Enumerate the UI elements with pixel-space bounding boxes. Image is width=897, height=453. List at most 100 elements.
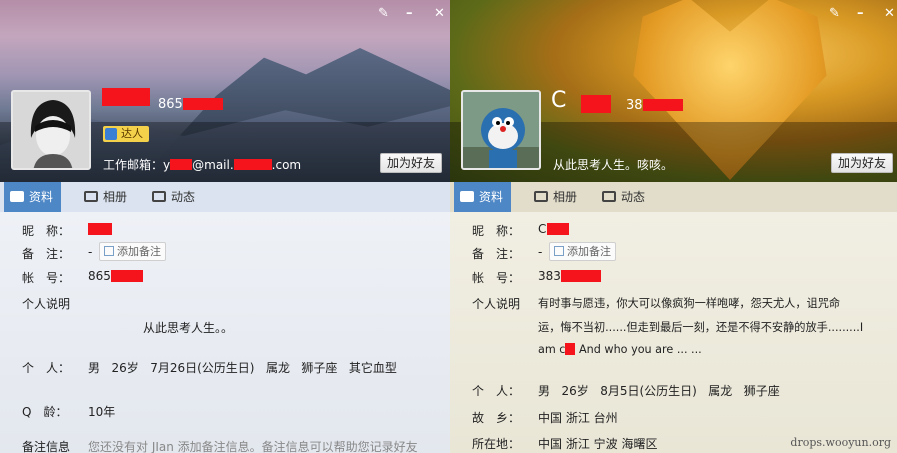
- signature: 从此思考人生。咳咳。: [553, 158, 674, 172]
- tab-album-label: 相册: [553, 190, 578, 204]
- note-icon: [104, 246, 114, 256]
- tab-feed-label: 动态: [171, 190, 196, 204]
- gender: 男: [88, 361, 101, 375]
- tab-profile[interactable]: 资料: [4, 182, 62, 212]
- personal-values: 男 26岁 8月5日(公历生日) 属龙 狮子座: [538, 382, 780, 399]
- add-friend-button[interactable]: 加为好友: [380, 153, 443, 173]
- redacted-email-domain: [233, 159, 272, 170]
- bio-line-3-end: And who you are ... ...: [575, 343, 702, 356]
- bio-line-2: 运，悔不当初......但走到最后一刻，还是不得不安静的放手.........I: [538, 321, 864, 334]
- nickname-initial: C: [538, 222, 547, 236]
- qq-number-prefix: 865: [158, 97, 183, 112]
- tab-bar: 资料 相册 动态: [450, 182, 897, 212]
- avatar[interactable]: [461, 90, 541, 170]
- location-value: 中国 浙江 宁波 海曙区: [538, 437, 658, 451]
- remark-info-label: 备注信息: [22, 440, 71, 453]
- name-initial: C: [551, 88, 567, 113]
- badge-label: 达人: [121, 127, 143, 140]
- close-icon[interactable]: ✕: [884, 6, 895, 21]
- chinese-zodiac: 属龙: [708, 384, 733, 398]
- tab-feed[interactable]: 动态: [148, 182, 195, 212]
- add-remark-label: 添加备注: [117, 245, 161, 258]
- left-profile-window: ✎ – ✕ 865 达人 工作邮箱：y @mail. .com 加为好友 资料 相册…: [0, 0, 450, 453]
- account-label: 帐 号：: [472, 271, 521, 285]
- minimize-icon[interactable]: –: [406, 6, 413, 21]
- avatar[interactable]: [11, 90, 91, 170]
- remark-value: -: [538, 245, 543, 259]
- note-icon: [554, 246, 564, 256]
- personal-label: 个 人：: [22, 361, 71, 375]
- remark-value: -: [88, 245, 93, 259]
- bio-line-1: 有时事与愿违，你大可以像疯狗一样咆哮，怨天尤人，诅咒命: [538, 297, 841, 310]
- nickname-row: 昵 称：: [472, 222, 530, 239]
- pen-icon[interactable]: ✎: [829, 6, 840, 21]
- redacted-number: [643, 99, 683, 111]
- tab-profile[interactable]: 资料: [454, 182, 512, 212]
- star-sign: 狮子座: [743, 384, 780, 398]
- redacted-account: [561, 270, 601, 282]
- tab-bar: 资料 相册 动态: [0, 182, 450, 212]
- add-remark-button[interactable]: 添加备注: [99, 242, 166, 261]
- tab-album[interactable]: 相册: [80, 182, 127, 212]
- email-row: 工作邮箱：y @mail. .com: [103, 156, 301, 173]
- redacted-bio-name: [565, 343, 576, 355]
- add-remark-label: 添加备注: [567, 245, 611, 258]
- profile-header: ✎ – ✕ C 38 从此思考人生。咳咳。 加为好友: [450, 0, 897, 182]
- bio-label: 个人说明: [22, 297, 71, 311]
- bio-line-3: am c And who you are ... ...: [538, 343, 702, 356]
- email-user: y: [163, 158, 171, 172]
- birthday: 8月5日(公历生日): [600, 384, 697, 398]
- location-label: 所在地：: [472, 437, 521, 451]
- age: 26岁: [111, 361, 139, 375]
- redacted-email-user: [170, 159, 193, 170]
- personal-row: 个 人：: [22, 359, 80, 376]
- hometown-row: 故 乡：: [472, 409, 530, 426]
- tab-album[interactable]: 相册: [530, 182, 577, 212]
- qage-label: Q 龄：: [22, 405, 68, 419]
- add-remark-button[interactable]: 添加备注: [549, 242, 616, 261]
- remark-label: 备 注：: [22, 247, 71, 261]
- bio-line-3-start: am c: [538, 343, 566, 356]
- profile-header: ✎ – ✕ 865 达人 工作邮箱：y @mail. .com 加为好友: [0, 0, 450, 182]
- right-profile-window: ✎ – ✕ C 38 从此思考人生。咳咳。 加为好友 资料 相册 动态 昵 称：…: [450, 0, 897, 453]
- pen-icon[interactable]: ✎: [378, 6, 389, 21]
- redacted-nickname: [547, 223, 569, 235]
- qage-row: Q 龄：: [22, 403, 80, 420]
- tab-profile-label: 资料: [29, 190, 54, 204]
- bio-text: 从此思考人生。。: [143, 321, 234, 335]
- personal-values: 男 26岁 7月26日(公历生日) 属龙 狮子座 其它血型: [88, 359, 397, 376]
- personal-row: 个 人：: [472, 382, 530, 399]
- profile-details: 昵 称： 备 注： - 添加备注 帐 号： 865 个人说明 从此思考人生。。 …: [0, 212, 450, 453]
- account-row: 帐 号：: [22, 269, 80, 286]
- profile-card-icon: [460, 191, 474, 202]
- age: 26岁: [561, 384, 589, 398]
- profile-card-icon: [10, 191, 24, 202]
- badge-icon: [105, 128, 117, 140]
- feed-icon: [602, 191, 616, 202]
- gender: 男: [538, 384, 551, 398]
- email-label: 工作邮箱：: [103, 158, 164, 172]
- tab-feed[interactable]: 动态: [598, 182, 645, 212]
- profile-details: 昵 称： C 备 注： - 添加备注 帐 号： 383 个人说明 有时事与愿违，…: [450, 212, 897, 453]
- redacted-account: [111, 270, 143, 282]
- tab-feed-label: 动态: [621, 190, 646, 204]
- redacted-nickname: [88, 223, 112, 235]
- expert-badge: 达人: [103, 126, 149, 142]
- minimize-icon[interactable]: –: [857, 6, 864, 21]
- watermark: drops.wooyun.org: [790, 436, 891, 449]
- album-icon: [534, 191, 548, 202]
- qage-value: 10年: [88, 405, 116, 419]
- qq-number-prefix: 38: [626, 98, 643, 113]
- hometown-value: 中国 浙江 台州: [538, 411, 618, 425]
- account-value: 383: [538, 269, 561, 283]
- location-row: 所在地：: [472, 435, 530, 452]
- remark-row: 备 注：: [472, 245, 530, 262]
- personal-label: 个 人：: [472, 384, 521, 398]
- nickname-label: 昵 称：: [472, 224, 521, 238]
- tab-profile-label: 资料: [479, 190, 504, 204]
- close-icon[interactable]: ✕: [434, 6, 445, 21]
- birthday: 7月26日(公历生日): [150, 361, 255, 375]
- add-friend-button[interactable]: 加为好友: [831, 153, 894, 173]
- account-label: 帐 号：: [22, 271, 71, 285]
- hometown-label: 故 乡：: [472, 411, 521, 425]
